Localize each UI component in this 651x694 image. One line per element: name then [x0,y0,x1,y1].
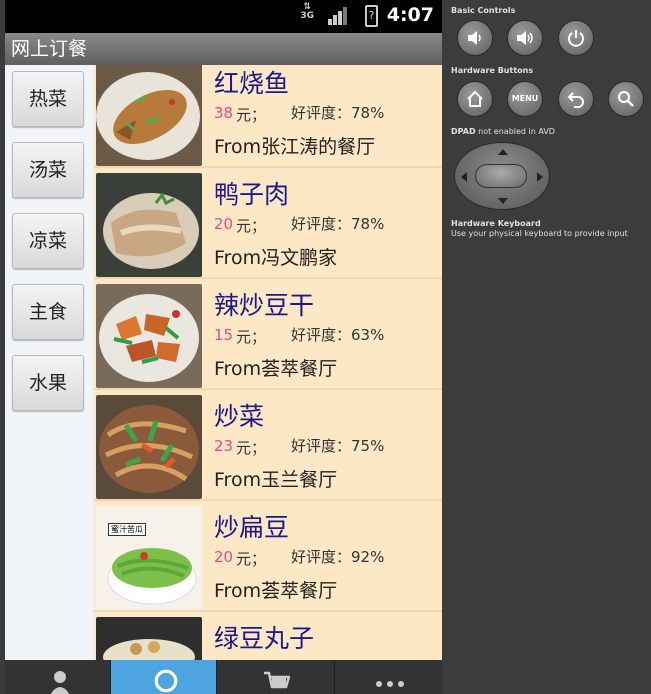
dish-price: 15 [214,326,234,344]
bottom-tab-bar [5,660,442,694]
image-caption-tag: 蜜汁苦瓜 [108,523,146,536]
network-type-icon: ⇅ 3G [300,2,314,21]
search-icon [154,669,178,693]
dish-list-item[interactable]: 蜜汁苦瓜 炒扁豆 20 元； 好评度：92% From荟萃餐厅 [94,502,442,612]
battery-icon: ? [365,5,378,27]
price-unit: 元； [236,328,267,346]
user-icon [50,671,70,694]
dish-rating: 好评度：75% [291,437,385,455]
search-button[interactable] [608,81,644,117]
category-button-hot-dishes[interactable]: 热菜 [12,71,84,127]
dpad-title: DPAD not enabled in AVD [451,127,555,136]
dish-restaurant: From荟萃餐厅 [214,358,338,380]
tab-more[interactable] [335,660,442,694]
dish-name: 绿豆丸子 [214,624,315,653]
dish-restaurant: From张江涛的餐厅 [214,136,376,158]
hardware-keyboard-title: Hardware Keyboard [451,219,541,228]
volume-down-icon [468,31,481,45]
clock: 4:07 [386,4,434,26]
phone-screen: ⇅ 3G ? 4:07 网上订餐 热菜 汤菜 凉菜 主食 水果 红烧鱼 38 元；… [5,0,442,694]
basic-controls-title: Basic Controls [451,6,516,15]
dish-name: 炒扁豆 [214,513,290,542]
app-title: 网上订餐 [5,33,442,65]
dpad-up-arrow-icon [498,149,508,155]
magnifier-icon [618,91,634,107]
dish-rating: 好评度：63% [291,326,385,344]
category-button-cold-dishes[interactable]: 凉菜 [12,213,84,269]
hardware-keyboard-hint: Use your physical keyboard to provide in… [451,229,628,238]
dish-restaurant: From玉兰餐厅 [214,469,338,491]
mung-bean-balls-image [96,617,202,660]
category-button-staple-food[interactable]: 主食 [12,284,84,340]
dish-price: 23 [214,437,234,455]
dish-name: 辣炒豆干 [214,291,315,320]
dish-list-item[interactable]: 炒菜 23 元； 好评度：75% From玉兰餐厅 [94,391,442,501]
dish-restaurant: From冯文鹏家 [214,247,338,269]
category-button-fruit[interactable]: 水果 [12,355,84,411]
home-icon [467,90,483,107]
dpad-title-rest: not enabled in AVD [475,127,555,136]
dish-list-item[interactable]: 鸭子肉 20 元； 好评度：78% From冯文鹏家 [94,169,442,279]
category-sidebar: 热菜 汤菜 凉菜 主食 水果 [5,65,93,660]
power-button[interactable] [558,20,594,56]
volume-down-button[interactable] [457,20,493,56]
dpad-right-arrow-icon [537,172,543,182]
dpad-title-bold: DPAD [451,127,476,136]
price-unit: 元； [236,217,267,235]
tab-search[interactable] [111,660,217,694]
dish-list-item[interactable]: 红烧鱼 38 元； 好评度：78% From张江涛的餐厅 [94,65,442,168]
menu-button[interactable]: MENU [507,81,543,117]
emulator-control-panel: Basic Controls Hardware Buttons MENU DPA… [442,0,651,694]
dish-name: 鸭子肉 [214,180,290,209]
dish-rating: 好评度：92% [291,548,385,566]
dish-price: 20 [214,215,234,233]
status-bar: ⇅ 3G ? 4:07 [5,0,442,33]
dish-price: 20 [214,548,234,566]
dish-list[interactable]: 红烧鱼 38 元； 好评度：78% From张江涛的餐厅 鸭子肉 20 元； 好… [94,65,442,660]
power-icon [568,30,584,47]
volume-up-icon [517,31,533,45]
dish-rating: 好评度：78% [291,215,385,233]
price-unit: 元； [236,106,267,124]
back-arrow-icon [567,92,584,108]
home-button[interactable] [457,81,493,117]
spicy-tofu-image [96,284,202,388]
dpad-center-button[interactable] [475,164,527,188]
price-unit: 元； [236,550,267,568]
dpad-control[interactable] [454,142,550,210]
stir-fry-image [96,395,202,499]
cart-icon [264,671,290,689]
volume-up-button[interactable] [507,20,543,56]
signal-strength-icon [328,7,347,25]
dish-price: 38 [214,104,234,122]
category-button-soups[interactable]: 汤菜 [12,142,84,198]
dish-rating: 好评度：78% [291,104,385,122]
duck-meat-image [96,173,202,277]
dish-name: 炒菜 [214,402,265,431]
green-beans-image: 蜜汁苦瓜 [96,506,202,610]
hardware-buttons-title: Hardware Buttons [451,66,534,75]
price-unit: 元； [236,439,267,457]
dish-name: 红烧鱼 [214,69,290,98]
braised-fish-image [96,65,202,166]
dpad-left-arrow-icon [461,172,467,182]
dpad-down-arrow-icon [498,198,508,204]
back-button[interactable] [558,81,594,117]
tab-cart[interactable] [217,660,335,694]
more-icon [376,681,404,687]
dish-restaurant: From荟萃餐厅 [214,580,338,602]
network-type-label: 3G [300,11,314,21]
tab-user[interactable] [5,660,111,694]
dish-list-item[interactable]: 辣炒豆干 15 元； 好评度：63% From荟萃餐厅 [94,280,442,390]
dish-list-item[interactable]: 绿豆丸子 [94,613,442,660]
